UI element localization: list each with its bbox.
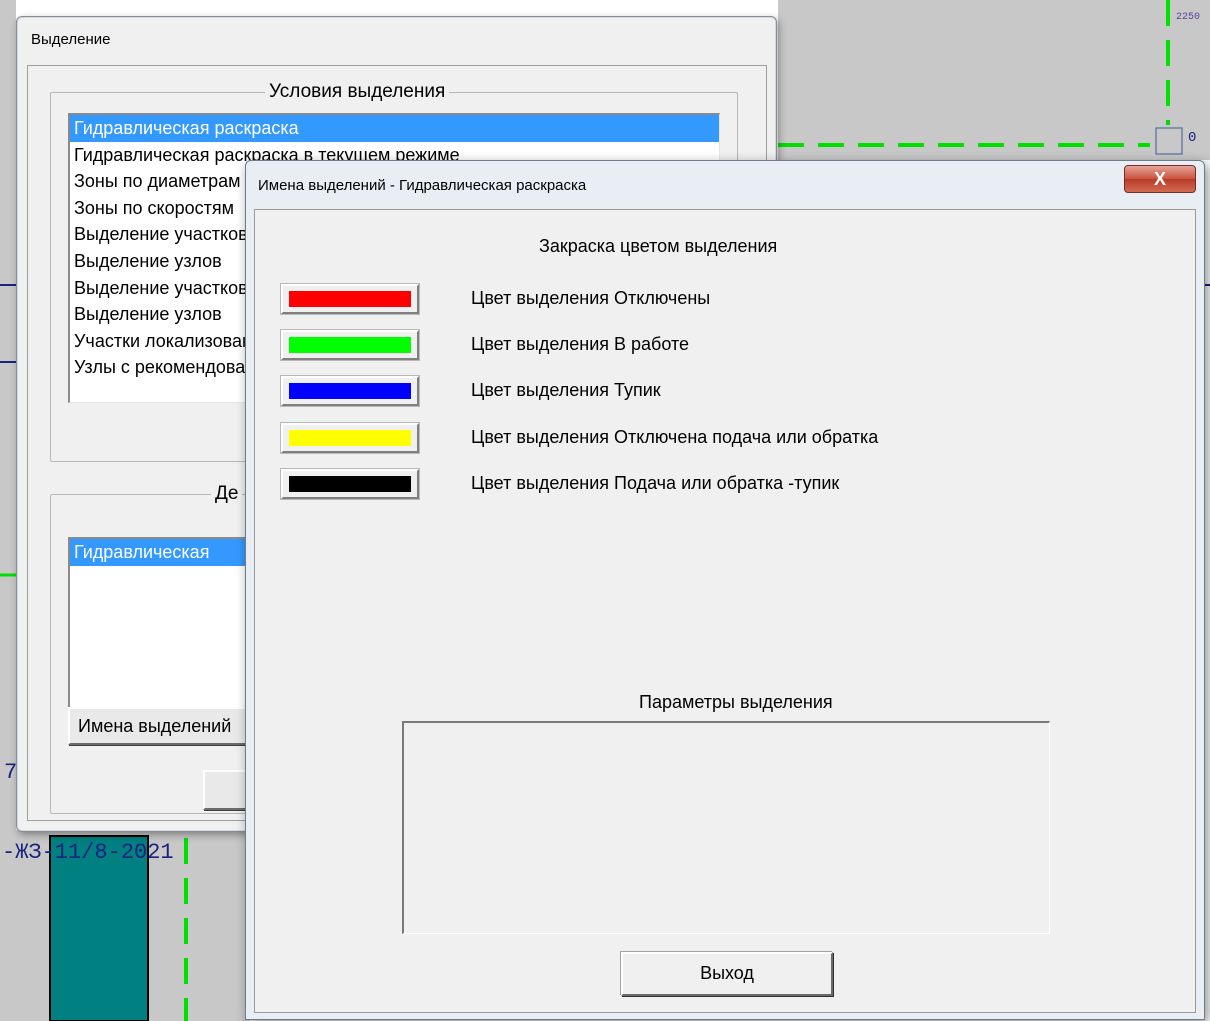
color-row-label: Цвет выделения Отключены bbox=[471, 288, 711, 308]
exit-button[interactable]: Выход bbox=[621, 952, 833, 996]
color-row-label: Цвет выделения Тупик bbox=[471, 380, 661, 400]
params-box bbox=[402, 721, 1050, 934]
color-row-label: Цвет выделения В работе bbox=[471, 334, 690, 354]
color-bar bbox=[289, 476, 411, 492]
color-swatch-button[interactable] bbox=[281, 469, 419, 499]
color-row-label: Цвет выделения Подача или обратка -тупик bbox=[471, 473, 840, 493]
window-title: Выделение bbox=[31, 31, 111, 48]
color-bar bbox=[289, 337, 411, 353]
color-swatch-button[interactable] bbox=[281, 376, 419, 406]
dialog-client-area: Закраска цветом выделения Цвет выделения… bbox=[254, 209, 1196, 1013]
color-bar bbox=[289, 383, 411, 399]
conditions-group-title: Условия выделения bbox=[265, 81, 450, 103]
color-row-label: Цвет выделения Отключена подача или обра… bbox=[471, 427, 879, 447]
color-swatch-button[interactable] bbox=[281, 284, 419, 314]
color-swatch-button[interactable] bbox=[281, 423, 419, 453]
color-bar bbox=[289, 430, 411, 446]
drawing-mark-top: 2250 bbox=[1176, 12, 1201, 23]
close-icon: X bbox=[1153, 169, 1166, 189]
close-button[interactable]: X bbox=[1124, 165, 1196, 193]
actions-group-title: Де bbox=[211, 483, 243, 505]
window-title: Имена выделений - Гидравлическая раскрас… bbox=[258, 177, 587, 194]
color-bar bbox=[289, 291, 411, 307]
params-heading: Параметры выделения bbox=[639, 692, 833, 712]
condition-item[interactable]: Гидравлическая раскраска bbox=[70, 115, 719, 142]
fill-heading: Закраска цветом выделения bbox=[539, 236, 778, 256]
color-swatch-button[interactable] bbox=[281, 330, 419, 360]
drawing-mark-edge: 0 bbox=[1188, 130, 1197, 146]
selection-names-window[interactable]: Имена выделений - Гидравлическая раскрас… bbox=[245, 160, 1205, 1020]
drawing-label: -ЖЗ-11/8-2021 bbox=[2, 840, 174, 865]
